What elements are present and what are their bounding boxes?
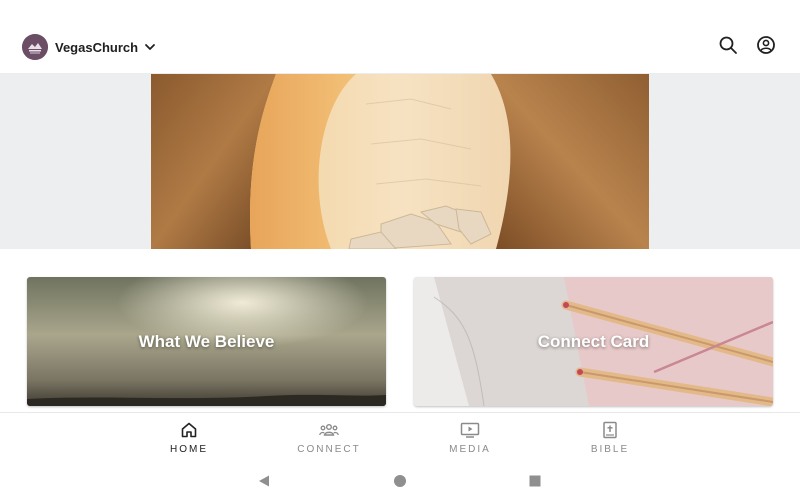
nav-item-bible[interactable]: BIBLE	[560, 421, 660, 455]
nav-label: BIBLE	[590, 444, 630, 455]
status-bar	[0, 0, 800, 24]
nav-label: HOME	[170, 444, 208, 455]
home-circle-icon[interactable]	[393, 474, 407, 488]
card-title: What We Believe	[138, 331, 275, 351]
play-screen-icon	[460, 421, 480, 439]
nav-item-media[interactable]: MEDIA	[420, 421, 520, 455]
bottom-navigation: HOME CONNECT MEDIA BIBLE	[0, 412, 800, 463]
card-what-we-believe[interactable]: What We Believe	[27, 277, 386, 406]
nav-item-connect[interactable]: CONNECT	[279, 421, 379, 455]
chevron-down-icon	[144, 41, 156, 53]
nav-label: MEDIA	[449, 444, 491, 455]
system-navigation-bar	[0, 462, 800, 500]
recents-square-icon[interactable]	[528, 474, 542, 488]
hero-section	[0, 74, 800, 250]
nav-label: CONNECT	[297, 444, 361, 455]
people-icon	[319, 421, 339, 439]
card-connect-card[interactable]: Connect Card	[414, 277, 773, 406]
nav-item-home[interactable]: HOME	[139, 421, 239, 455]
bible-icon	[600, 421, 620, 439]
back-icon[interactable]	[257, 474, 271, 488]
search-icon[interactable]	[718, 35, 738, 55]
church-logo-icon	[22, 34, 48, 60]
hero-image[interactable]	[151, 74, 649, 250]
org-switcher[interactable]: VegasChurch	[22, 34, 156, 60]
card-row: What We Believe Connect Card	[27, 277, 773, 406]
home-icon	[179, 421, 199, 439]
org-name: VegasChurch	[55, 39, 139, 55]
card-title: Connect Card	[537, 331, 650, 351]
account-circle-icon[interactable]	[756, 35, 776, 55]
app-header: VegasChurch	[0, 24, 800, 74]
